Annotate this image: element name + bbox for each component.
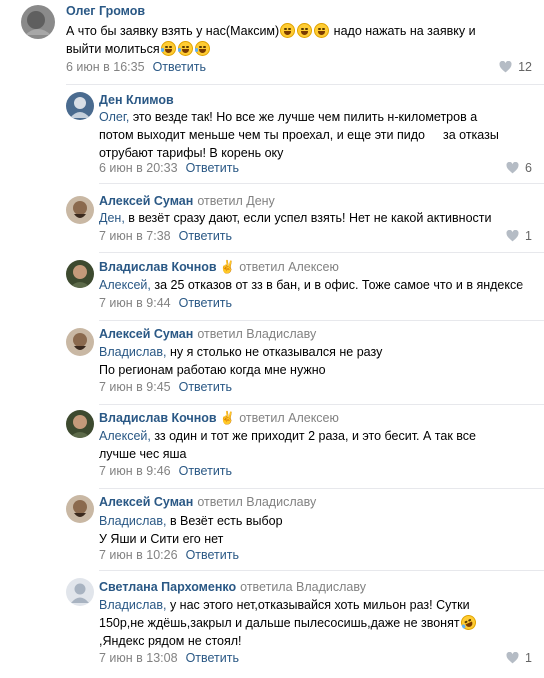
comment-text: Владислав, у нас этого нет,отказывайся х… bbox=[99, 596, 479, 650]
comment-meta: 7 июн в 9:46 Ответить bbox=[99, 464, 232, 478]
author-name[interactable]: Алексей Суман bbox=[99, 495, 193, 509]
avatar[interactable] bbox=[66, 328, 94, 356]
replied-to[interactable]: ответил Владиславу bbox=[197, 495, 316, 509]
tears-of-joy-emoji-icon bbox=[194, 41, 210, 56]
mention-link[interactable]: Владислав, bbox=[99, 345, 166, 359]
comment-date[interactable]: 6 июн в 16:35 bbox=[66, 60, 145, 74]
mention-link[interactable]: Ден, bbox=[99, 211, 125, 225]
comment-meta: 6 июн в 16:35 Ответить bbox=[66, 60, 206, 74]
comment-date[interactable]: 7 июн в 9:44 bbox=[99, 296, 171, 310]
comment-meta: 7 июн в 9:45 Ответить bbox=[99, 380, 232, 394]
comment-date[interactable]: 7 июн в 10:26 bbox=[99, 548, 178, 562]
like-button[interactable]: 1 bbox=[506, 229, 532, 243]
comment-meta: 6 июн в 20:33 Ответить bbox=[99, 161, 239, 175]
like-count: 12 bbox=[518, 60, 532, 74]
replied-to[interactable]: ответил Алексею bbox=[239, 411, 339, 425]
comment: Алексей Суман ответил Владиславу Владисла… bbox=[0, 321, 544, 406]
author-line: Алексей Суман ответил Владиславу bbox=[99, 327, 316, 341]
comment-text: Ден, в везёт сразу дают, если успел взят… bbox=[99, 211, 492, 225]
comment-date[interactable]: 7 июн в 7:38 bbox=[99, 229, 171, 243]
replied-to[interactable]: ответила Владиславу bbox=[240, 580, 366, 594]
comment-text: Олег, это везде так! Но все же лучше чем… bbox=[99, 110, 499, 160]
like-button[interactable]: 12 bbox=[499, 60, 532, 74]
comment-meta: 7 июн в 13:08 Ответить bbox=[99, 651, 239, 665]
reply-button[interactable]: Ответить bbox=[179, 380, 232, 394]
reply-button[interactable]: Ответить bbox=[179, 464, 232, 478]
avatar[interactable] bbox=[66, 410, 94, 438]
avatar[interactable] bbox=[21, 5, 55, 39]
mention-link[interactable]: Алексей, bbox=[99, 429, 151, 443]
author-line: Алексей Суман ответил Дену bbox=[99, 194, 275, 208]
like-count: 1 bbox=[525, 651, 532, 665]
text-fade bbox=[520, 276, 544, 294]
comment-meta: 7 июн в 7:38 Ответить bbox=[99, 229, 232, 243]
tears-of-joy-emoji-icon bbox=[177, 41, 193, 56]
author-line: Владислав Кочнов ✌ ответил Алексею bbox=[99, 411, 339, 426]
victory-hand-icon: ✌ bbox=[219, 260, 236, 274]
heart-icon bbox=[506, 652, 519, 664]
comment: Владислав Кочнов ✌ ответил Алексею Алексей… bbox=[0, 405, 544, 490]
author-name[interactable]: Светлана Пархоменко bbox=[99, 580, 236, 594]
comment-date[interactable]: 7 июн в 9:46 bbox=[99, 464, 171, 478]
reply-button[interactable]: Ответить bbox=[186, 161, 239, 175]
mention-link[interactable]: Владислав, bbox=[99, 598, 166, 612]
reply-button[interactable]: Ответить bbox=[179, 296, 232, 310]
comment: Алексей Суман ответил Владиславу Владисла… bbox=[0, 489, 544, 571]
like-count: 1 bbox=[525, 229, 532, 243]
comment-meta: 7 июн в 10:26 Ответить bbox=[99, 548, 239, 562]
comment: Светлана Пархоменко ответила Владиславу В… bbox=[0, 571, 544, 678]
rofl-emoji-icon bbox=[458, 612, 479, 633]
mention-link[interactable]: Олег, bbox=[99, 110, 129, 124]
comment-date[interactable]: 6 июн в 20:33 bbox=[99, 161, 178, 175]
like-button[interactable]: 1 bbox=[506, 651, 532, 665]
comment-text: Алексей, зз один и тот же приходит 2 раз… bbox=[99, 429, 476, 461]
heart-icon bbox=[499, 61, 512, 73]
author-name[interactable]: Владислав Кочнов bbox=[99, 411, 217, 425]
replied-to[interactable]: ответил Владиславу bbox=[197, 327, 316, 341]
tears-of-joy-emoji-icon bbox=[160, 41, 176, 56]
avatar[interactable] bbox=[66, 578, 94, 606]
comment: Владислав Кочнов ✌ ответил Алексею Алексей… bbox=[0, 253, 544, 321]
comment-text: Алексей, за 25 отказов от зз в бан, и в … bbox=[99, 278, 524, 292]
victory-hand-icon: ✌ bbox=[219, 411, 236, 425]
comment: Ден Климов Олег, это везде так! Но все ж… bbox=[0, 85, 544, 210]
author-name[interactable]: Ден Климов bbox=[99, 93, 174, 107]
author-line: Владислав Кочнов ✌ ответил Алексею bbox=[99, 260, 339, 275]
heart-icon bbox=[506, 230, 519, 242]
reply-button[interactable]: Ответить bbox=[179, 229, 232, 243]
comment-text: Владислав, ну я столько не отказывался н… bbox=[99, 345, 383, 377]
author-line: Светлана Пархоменко ответила Владиславу bbox=[99, 580, 366, 594]
avatar[interactable] bbox=[66, 92, 94, 120]
avatar[interactable] bbox=[66, 196, 94, 224]
mention-link[interactable]: Алексей, bbox=[99, 278, 151, 292]
comment-text: А что бы заявку взять у нас(Максим) надо… bbox=[66, 23, 476, 56]
comment-meta: 7 июн в 9:44 Ответить bbox=[99, 296, 232, 310]
comment-text: Владислав, в Везёт есть выбор У Яши и Си… bbox=[99, 514, 283, 546]
replied-to[interactable]: ответил Дену bbox=[197, 194, 274, 208]
like-button[interactable]: 6 bbox=[506, 161, 532, 175]
heart-icon bbox=[506, 162, 519, 174]
reply-button[interactable]: Ответить bbox=[186, 548, 239, 562]
grin-sweat-emoji-icon bbox=[280, 23, 296, 38]
author-name[interactable]: Алексей Суман bbox=[99, 194, 193, 208]
reply-button[interactable]: Ответить bbox=[153, 60, 206, 74]
avatar[interactable] bbox=[66, 495, 94, 523]
author-line: Алексей Суман ответил Владиславу bbox=[99, 495, 316, 509]
replied-to[interactable]: ответил Алексею bbox=[239, 260, 339, 274]
grin-sweat-emoji-icon bbox=[314, 23, 330, 38]
author-name[interactable]: Алексей Суман bbox=[99, 327, 193, 341]
mention-link[interactable]: Владислав, bbox=[99, 514, 166, 528]
comment-date[interactable]: 7 июн в 9:45 bbox=[99, 380, 171, 394]
grin-sweat-emoji-icon bbox=[297, 23, 313, 38]
reply-button[interactable]: Ответить bbox=[186, 651, 239, 665]
comment: Олег Громов А что бы заявку взять у нас(… bbox=[0, 0, 544, 85]
comment-date[interactable]: 7 июн в 13:08 bbox=[99, 651, 178, 665]
author-name[interactable]: Олег Громов bbox=[66, 4, 145, 18]
comment: Алексей Суман ответил Дену Ден, в везёт с… bbox=[0, 184, 544, 252]
like-count: 6 bbox=[525, 161, 532, 175]
avatar[interactable] bbox=[66, 260, 94, 288]
author-name[interactable]: Владислав Кочнов bbox=[99, 260, 217, 274]
